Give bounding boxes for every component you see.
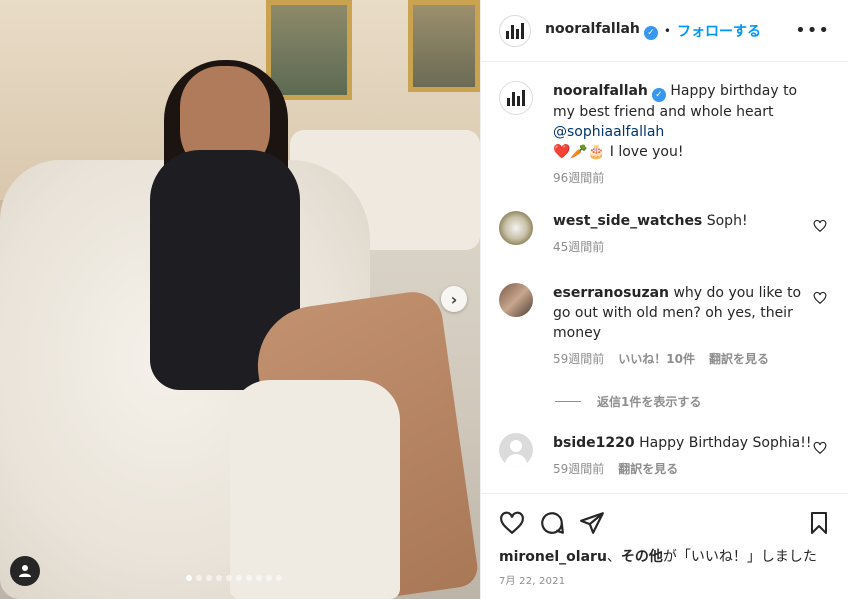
- separator-dot: •: [663, 23, 671, 38]
- user-icon: [19, 565, 31, 577]
- comment-item: bside1220 Happy Birthday Sophia!! 59週間前 …: [499, 433, 839, 479]
- liker-username[interactable]: mironel_olaru: [499, 549, 607, 565]
- avatar[interactable]: [499, 433, 533, 467]
- others-link[interactable]: その他: [621, 549, 663, 565]
- comment-username[interactable]: west_side_watches: [553, 213, 702, 229]
- caption: nooralfallah ✓ Happy birthday to my best …: [499, 81, 839, 188]
- carousel-dot: [246, 575, 252, 581]
- like-comment-heart-icon[interactable]: [813, 291, 827, 305]
- carousel-dot: [186, 575, 192, 581]
- caption-time[interactable]: 96週間前: [553, 168, 604, 188]
- translate-link[interactable]: 翻訳を見る: [709, 349, 769, 369]
- caption-mention-link[interactable]: @sophiaalfallah: [553, 122, 823, 142]
- comments-section: nooralfallah ✓ Happy birthday to my best …: [481, 63, 848, 493]
- share-paper-plane-icon[interactable]: [579, 510, 605, 536]
- header-username[interactable]: nooralfallah ✓: [545, 21, 658, 40]
- brand-logo-icon: [507, 90, 525, 106]
- carousel-dot: [236, 575, 242, 581]
- post-actions: mironel_olaru、その他が「いいね！」しました 7月 22, 2021: [481, 493, 848, 587]
- save-bookmark-icon[interactable]: [807, 510, 831, 536]
- follow-button[interactable]: フォローする: [677, 21, 761, 41]
- likes-summary: mironel_olaru、その他が「いいね！」しました: [499, 546, 831, 566]
- armchair-arm: [230, 380, 400, 599]
- post-date[interactable]: 7月 22, 2021: [499, 572, 831, 587]
- verified-badge-icon: ✓: [643, 26, 658, 40]
- like-comment-heart-icon[interactable]: [813, 219, 827, 233]
- painting: [266, 0, 352, 100]
- comment-username[interactable]: eserranosuzan: [553, 285, 669, 301]
- avatar[interactable]: [499, 283, 533, 317]
- like-comment-heart-icon[interactable]: [813, 441, 827, 455]
- verified-badge-icon: ✓: [651, 88, 666, 102]
- more-options-button[interactable]: •••: [795, 20, 830, 41]
- carousel-dot: [266, 575, 272, 581]
- comment-bubble-icon[interactable]: [539, 510, 565, 536]
- comment-time[interactable]: 59週間前: [553, 349, 604, 369]
- brand-logo-icon: [506, 22, 524, 39]
- carousel-indicator: [186, 575, 282, 581]
- tagged-users-button[interactable]: [10, 556, 40, 586]
- post-side-panel: nooralfallah ✓ • フォローする ••• nooralfallah ✓…: [480, 0, 848, 599]
- comment-text: Soph!: [706, 213, 748, 229]
- likes-suffix: が「いいね！」しました: [662, 549, 817, 565]
- caption-emoji-line: ❤️🥕🎂 I love you!: [553, 144, 684, 160]
- like-heart-icon[interactable]: [499, 510, 525, 536]
- next-image-button[interactable]: ›: [441, 286, 467, 312]
- comment-item: eserranosuzan why do you like to go out …: [499, 283, 839, 369]
- comment-time[interactable]: 59週間前: [553, 459, 604, 479]
- carousel-dot: [196, 575, 202, 581]
- comment-username[interactable]: bside1220: [553, 435, 635, 451]
- carousel-dot: [216, 575, 222, 581]
- avatar[interactable]: [499, 81, 533, 115]
- comment-time[interactable]: 45週間前: [553, 237, 604, 257]
- painting: [408, 0, 480, 92]
- chevron-right-icon: ›: [450, 289, 458, 309]
- view-replies-label[interactable]: 返信1件を表示する: [597, 393, 701, 410]
- comment-likes[interactable]: いいね！10件: [618, 349, 695, 369]
- post-image[interactable]: ›: [0, 0, 480, 599]
- translate-link[interactable]: 翻訳を見る: [618, 459, 678, 479]
- likes-separator: 、: [606, 549, 621, 565]
- username-text[interactable]: nooralfallah: [545, 21, 640, 37]
- caption-username[interactable]: nooralfallah: [553, 83, 648, 99]
- reply-divider: [555, 401, 581, 402]
- carousel-dot: [256, 575, 262, 581]
- carousel-dot: [276, 575, 282, 581]
- comment-text: Happy Birthday Sophia!!: [639, 435, 812, 451]
- carousel-dot: [226, 575, 232, 581]
- avatar[interactable]: [499, 14, 531, 47]
- avatar[interactable]: [499, 211, 533, 245]
- comment-item: west_side_watches Soph! 45週間前: [499, 211, 839, 257]
- carousel-dot: [206, 575, 212, 581]
- view-replies-button[interactable]: 返信1件を表示する: [555, 393, 701, 410]
- post-header: nooralfallah ✓ • フォローする •••: [481, 0, 848, 62]
